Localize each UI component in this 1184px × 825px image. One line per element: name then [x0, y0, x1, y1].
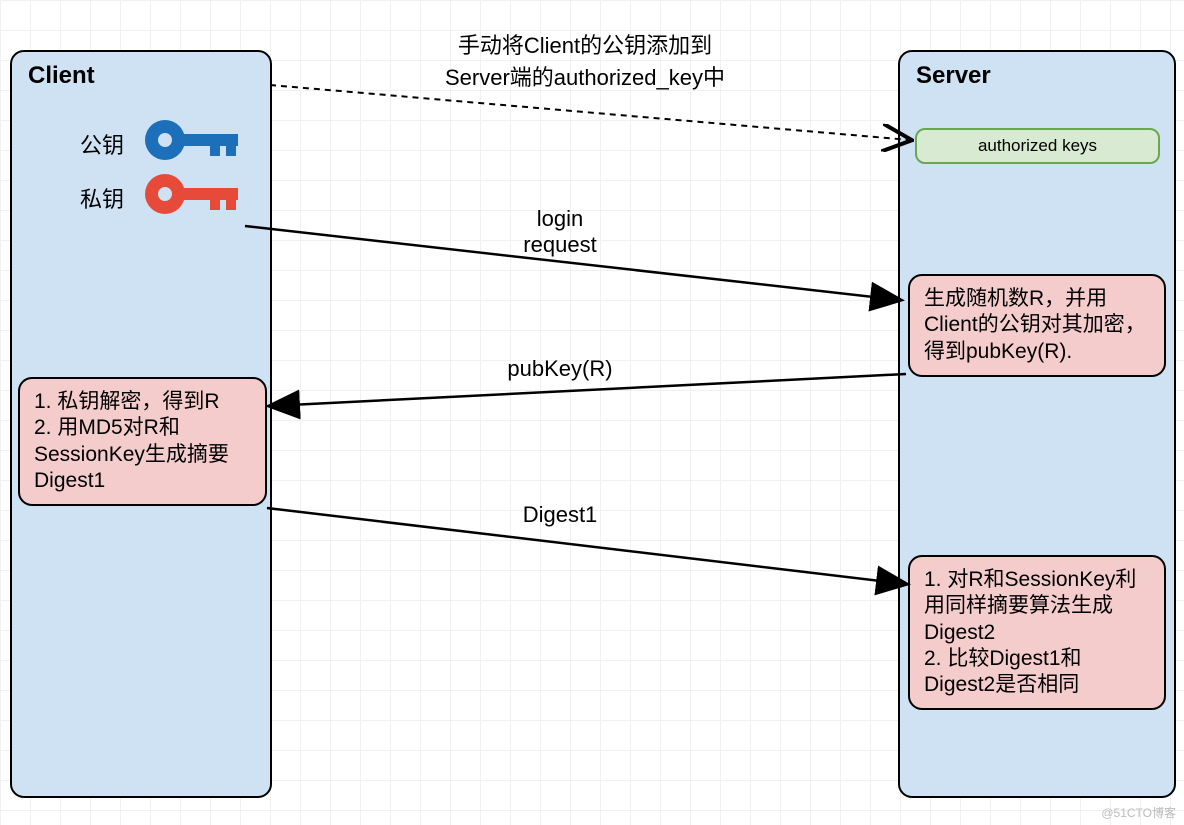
arrow-manual-add — [270, 85, 910, 140]
arrow-digest1 — [267, 508, 906, 584]
watermark: @51CTO博客 — [1101, 804, 1176, 821]
arrow-login — [245, 226, 900, 300]
arrow-pubkey-r — [270, 374, 906, 406]
diagram-canvas: Client Server 公钥 私钥 authorized keys 1. 私… — [0, 0, 1184, 825]
arrows-layer — [0, 0, 1184, 825]
